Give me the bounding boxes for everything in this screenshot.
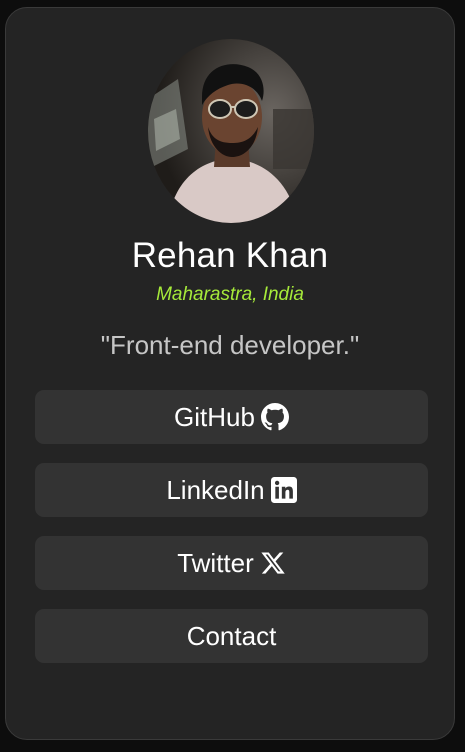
profile-card: Rehan Khan Maharastra, India "Front-end … — [5, 7, 455, 740]
linkedin-label: LinkedIn — [166, 474, 265, 505]
github-button[interactable]: GitHub — [35, 390, 428, 444]
twitter-label: Twitter — [177, 547, 254, 578]
x-twitter-icon — [260, 550, 286, 576]
linkedin-icon — [270, 477, 297, 503]
profile-bio: "Front-end developer." — [100, 330, 360, 360]
avatar — [148, 39, 314, 223]
contact-label: Contact — [186, 620, 277, 651]
contact-button[interactable]: Contact — [35, 609, 428, 663]
github-icon — [260, 403, 289, 431]
twitter-button[interactable]: Twitter — [35, 536, 428, 590]
profile-name: Rehan Khan — [131, 236, 329, 275]
github-label: GitHub — [174, 401, 255, 432]
profile-location: Maharastra, India — [156, 284, 304, 305]
linkedin-button[interactable]: LinkedIn — [35, 463, 428, 517]
